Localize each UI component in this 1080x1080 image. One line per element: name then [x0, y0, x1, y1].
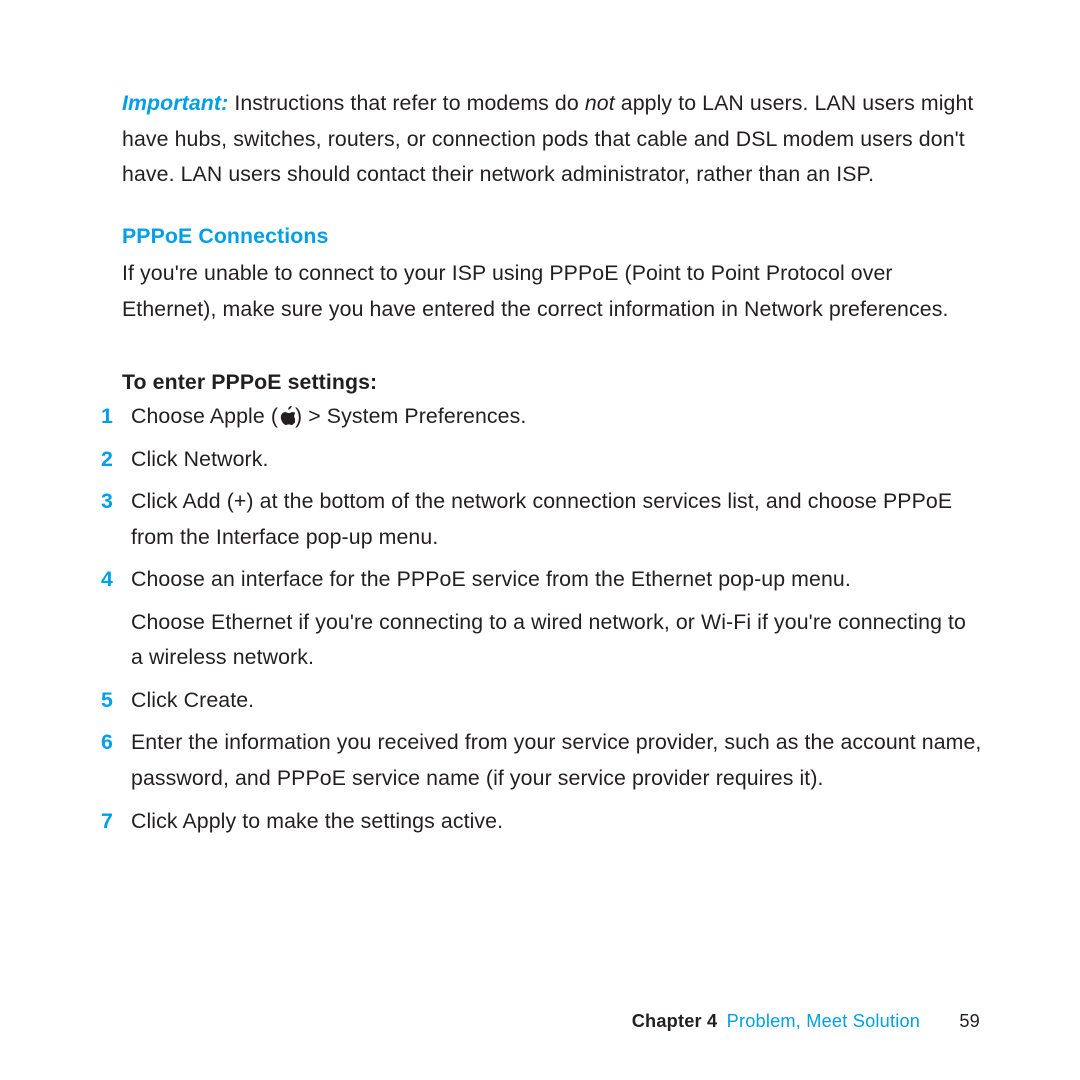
step-number: 5 — [97, 683, 113, 719]
step-text: Choose an interface for the PPPoE servic… — [131, 562, 982, 598]
footer-title: Problem, Meet Solution — [727, 1011, 920, 1031]
page-footer: Chapter 4 Problem, Meet Solution 59 — [0, 1011, 1080, 1032]
step-body: Click Apply to make the settings active. — [131, 804, 982, 840]
apple-logo-icon — [278, 406, 295, 425]
instruction-heading: To enter PPPoE settings: — [122, 365, 982, 401]
step-number: 3 — [97, 484, 113, 555]
step-text: Choose Ethernet if you're connecting to … — [131, 605, 982, 676]
important-label: Important: — [122, 91, 228, 115]
step-text: Click Add (+) at the bottom of the netwo… — [131, 484, 982, 555]
footer-page-number: 59 — [959, 1011, 980, 1031]
step-body: Choose Apple () > System Preferences. — [131, 399, 982, 435]
step-row: 7Click Apply to make the settings active… — [122, 804, 982, 840]
step-body: Click Add (+) at the bottom of the netwo… — [131, 484, 982, 555]
step-text: Choose Apple () > System Preferences. — [131, 399, 982, 435]
step-number: 4 — [97, 562, 113, 676]
step-text: Click Create. — [131, 683, 982, 719]
step-text: Click Network. — [131, 442, 982, 478]
important-note: Important: Instructions that refer to mo… — [122, 86, 982, 193]
step-number: 6 — [97, 725, 113, 796]
step-row: 5Click Create. — [122, 683, 982, 719]
step-number: 7 — [97, 804, 113, 840]
step-number: 1 — [97, 399, 113, 435]
footer-chapter: Chapter 4 — [632, 1011, 718, 1031]
important-not: not — [585, 91, 615, 115]
page-content: Important: Instructions that refer to mo… — [122, 86, 982, 839]
pppoe-intro-text: If you're unable to connect to your ISP … — [122, 256, 982, 327]
step-row: 2Click Network. — [122, 442, 982, 478]
step-number: 2 — [97, 442, 113, 478]
step-text: Click Apply to make the settings active. — [131, 804, 982, 840]
important-text-a: Instructions that refer to modems do — [228, 91, 585, 115]
step-row: 4Choose an interface for the PPPoE servi… — [122, 562, 982, 676]
document-page: Important: Instructions that refer to mo… — [0, 0, 1080, 1080]
step-row: 3Click Add (+) at the bottom of the netw… — [122, 484, 982, 555]
step-body: Enter the information you received from … — [131, 725, 982, 796]
step-body: Click Network. — [131, 442, 982, 478]
step-body: Click Create. — [131, 683, 982, 719]
step-row: 1Choose Apple () > System Preferences. — [122, 399, 982, 435]
steps-list: 1Choose Apple () > System Preferences. 2C… — [122, 399, 982, 839]
section-heading-pppoe: PPPoE Connections — [122, 219, 982, 255]
step-text: Enter the information you received from … — [131, 725, 982, 796]
step-row: 6Enter the information you received from… — [122, 725, 982, 796]
step-body: Choose an interface for the PPPoE servic… — [131, 562, 982, 676]
